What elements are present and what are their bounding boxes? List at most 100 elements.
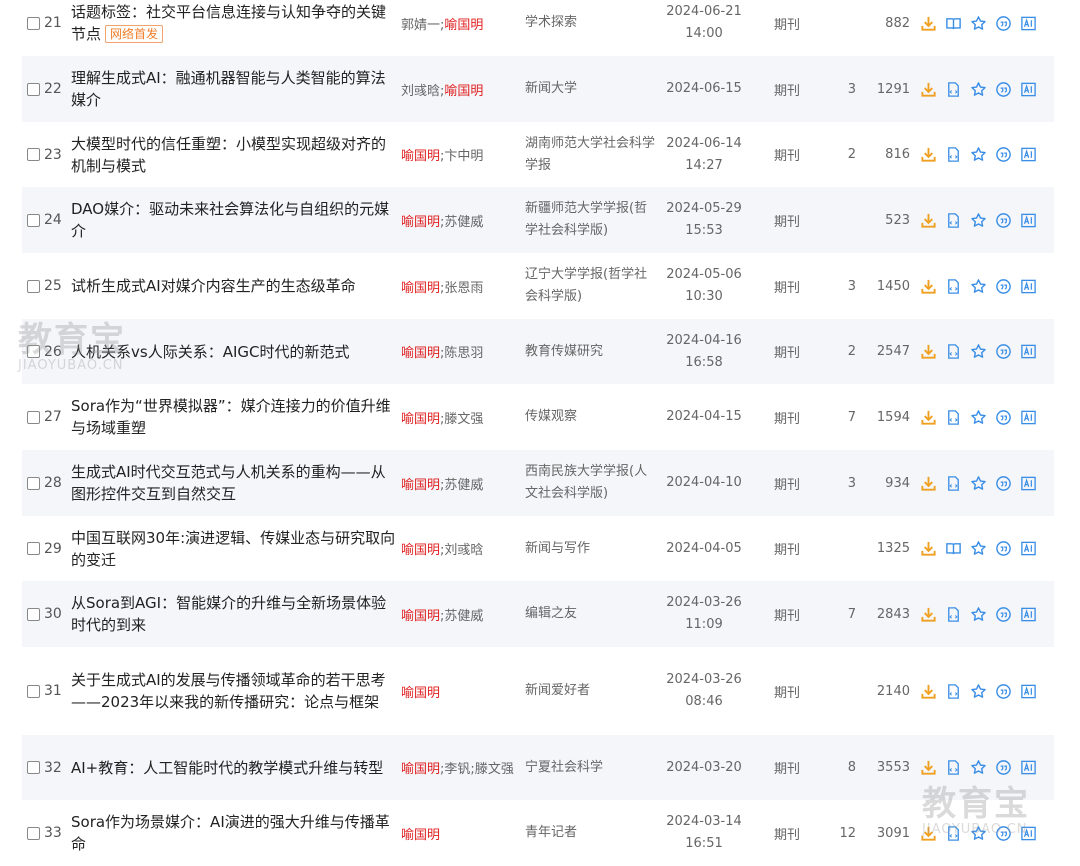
quote-icon[interactable]: [995, 278, 1012, 295]
row-checkbox[interactable]: [27, 213, 40, 227]
article-title-link[interactable]: AI+教育：人工智能时代的教学模式升维与转型: [71, 759, 383, 777]
favorite-star-icon[interactable]: [970, 759, 987, 776]
favorite-star-icon[interactable]: [970, 825, 987, 842]
favorite-star-icon[interactable]: [970, 606, 987, 623]
author-link[interactable]: 喻国明: [401, 478, 440, 493]
source-link[interactable]: 湖南师范大学社会科学学报: [525, 133, 655, 177]
quote-icon[interactable]: [995, 540, 1012, 557]
quote-icon[interactable]: [995, 683, 1012, 700]
quote-icon[interactable]: [995, 606, 1012, 623]
ai-icon[interactable]: [1020, 15, 1037, 32]
author-link[interactable]: 苏健威: [444, 478, 483, 493]
source-link[interactable]: 新疆师范大学学报(哲学社会科学版): [525, 198, 655, 242]
ai-icon[interactable]: [1020, 683, 1037, 700]
row-checkbox[interactable]: [27, 826, 40, 840]
source-link[interactable]: 新闻大学: [525, 78, 577, 100]
quote-icon[interactable]: [995, 212, 1012, 229]
article-title-link[interactable]: 关于生成式AI的发展与传播领域革命的若干思考——2023年以来我的新传播研究：论…: [71, 671, 386, 711]
citation-count[interactable]: 2: [830, 319, 856, 384]
download-icon[interactable]: [920, 343, 937, 360]
quote-icon[interactable]: [995, 81, 1012, 98]
author-link[interactable]: 刘彧晗: [401, 84, 440, 99]
html-read-icon[interactable]: [945, 146, 962, 163]
author-link[interactable]: 喻国明: [401, 149, 440, 164]
favorite-star-icon[interactable]: [970, 146, 987, 163]
citation-count[interactable]: 8: [830, 735, 856, 800]
citation-count[interactable]: [830, 647, 856, 735]
citation-count[interactable]: 7: [830, 384, 856, 450]
author-link[interactable]: 喻国明: [444, 84, 483, 99]
read-book-icon[interactable]: [945, 540, 962, 557]
download-icon[interactable]: [920, 15, 937, 32]
row-checkbox[interactable]: [27, 148, 40, 161]
row-checkbox[interactable]: [27, 476, 40, 490]
citation-count[interactable]: [830, 187, 856, 253]
article-title-link[interactable]: Sora作为“世界模拟器”：媒介连接力的价值升维与场域重塑: [71, 397, 391, 437]
download-icon[interactable]: [920, 212, 937, 229]
ai-icon[interactable]: [1020, 409, 1037, 426]
html-read-icon[interactable]: [945, 278, 962, 295]
source-link[interactable]: 西南民族大学学报(人文社会科学版): [525, 461, 655, 505]
favorite-star-icon[interactable]: [970, 15, 987, 32]
favorite-star-icon[interactable]: [970, 81, 987, 98]
article-title-link[interactable]: 生成式AI时代交互范式与人机关系的重构——从图形控件交互到自然交互: [71, 463, 386, 503]
quote-icon[interactable]: [995, 825, 1012, 842]
row-checkbox[interactable]: [27, 82, 40, 96]
citation-count[interactable]: 3: [830, 56, 856, 122]
row-checkbox[interactable]: [27, 410, 40, 424]
article-title-link[interactable]: 中国互联网30年:演进逻辑、传媒业态与研究取向的变迁: [71, 529, 395, 569]
html-read-icon[interactable]: [945, 343, 962, 360]
author-link[interactable]: 陈思羽: [444, 346, 483, 361]
author-link[interactable]: 喻国明: [401, 543, 440, 558]
citation-count[interactable]: [830, 0, 856, 56]
author-link[interactable]: 李钒: [444, 762, 470, 777]
row-checkbox[interactable]: [27, 16, 40, 30]
quote-icon[interactable]: [995, 343, 1012, 360]
author-link[interactable]: 喻国明: [401, 609, 440, 624]
favorite-star-icon[interactable]: [970, 212, 987, 229]
quote-icon[interactable]: [995, 409, 1012, 426]
html-read-icon[interactable]: [945, 409, 962, 426]
ai-icon[interactable]: [1020, 759, 1037, 776]
article-title-link[interactable]: 人机关系vs人际关系：AIGC时代的新范式: [71, 343, 349, 361]
download-icon[interactable]: [920, 146, 937, 163]
citation-count[interactable]: [830, 516, 856, 581]
favorite-star-icon[interactable]: [970, 540, 987, 557]
author-link[interactable]: 刘彧晗: [444, 543, 483, 558]
row-checkbox[interactable]: [27, 279, 40, 293]
author-link[interactable]: 张恩雨: [444, 281, 483, 296]
ai-icon[interactable]: [1020, 540, 1037, 557]
citation-count[interactable]: 2: [830, 122, 856, 187]
ai-icon[interactable]: [1020, 606, 1037, 623]
download-icon[interactable]: [920, 540, 937, 557]
favorite-star-icon[interactable]: [970, 475, 987, 492]
html-read-icon[interactable]: [945, 475, 962, 492]
row-checkbox[interactable]: [27, 607, 40, 621]
download-icon[interactable]: [920, 683, 937, 700]
source-link[interactable]: 新闻爱好者: [525, 680, 590, 702]
download-icon[interactable]: [920, 81, 937, 98]
quote-icon[interactable]: [995, 146, 1012, 163]
download-icon[interactable]: [920, 278, 937, 295]
html-read-icon[interactable]: [945, 759, 962, 776]
download-icon[interactable]: [920, 409, 937, 426]
ai-icon[interactable]: [1020, 475, 1037, 492]
html-read-icon[interactable]: [945, 825, 962, 842]
ai-icon[interactable]: [1020, 825, 1037, 842]
source-link[interactable]: 青年记者: [525, 822, 577, 844]
author-link[interactable]: 喻国明: [401, 686, 440, 701]
html-read-icon[interactable]: [945, 212, 962, 229]
author-link[interactable]: 喻国明: [401, 281, 440, 296]
citation-count[interactable]: 3: [830, 450, 856, 516]
ai-icon[interactable]: [1020, 212, 1037, 229]
ai-icon[interactable]: [1020, 278, 1037, 295]
row-checkbox[interactable]: [27, 542, 40, 555]
html-read-icon[interactable]: [945, 683, 962, 700]
row-checkbox[interactable]: [27, 684, 40, 698]
article-title-link[interactable]: Sora作为场景媒介：AI演进的强大升维与传播革命: [71, 813, 390, 853]
citation-count[interactable]: 12: [830, 800, 856, 866]
favorite-star-icon[interactable]: [970, 683, 987, 700]
author-link[interactable]: 喻国明: [401, 215, 440, 230]
citation-count[interactable]: 7: [830, 581, 856, 647]
favorite-star-icon[interactable]: [970, 409, 987, 426]
